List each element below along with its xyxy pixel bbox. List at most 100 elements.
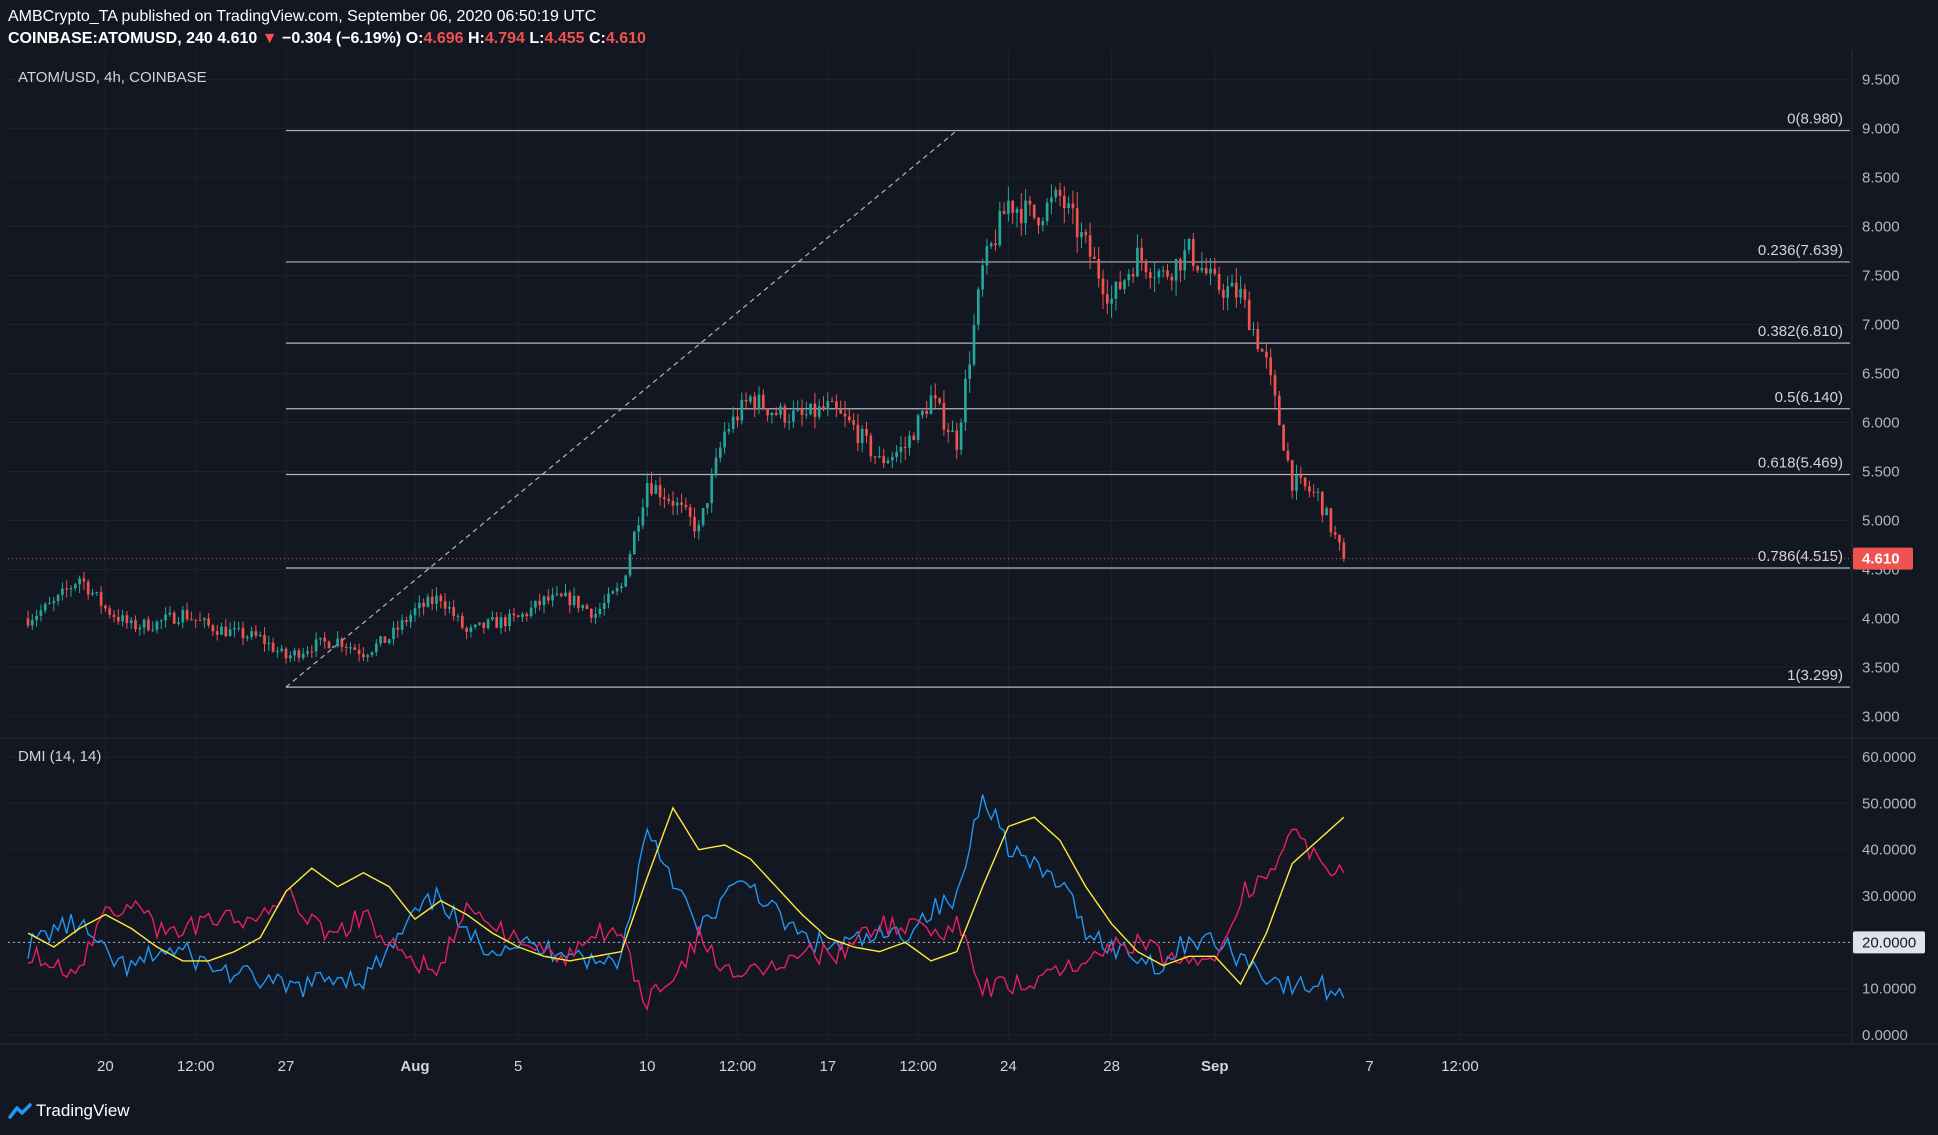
candle-body <box>938 398 941 403</box>
candle-body <box>671 500 675 506</box>
candle-body <box>280 648 284 652</box>
candle-body <box>263 635 266 644</box>
candle-body <box>1320 491 1324 516</box>
candle-body <box>104 605 107 609</box>
candle-body <box>697 524 701 532</box>
symbol-label[interactable]: COINBASE:ATOMUSD, 240 <box>8 30 213 47</box>
candle-body <box>142 619 146 628</box>
candle-body <box>869 435 873 457</box>
candle-body <box>1136 247 1139 277</box>
candle-body <box>787 421 791 423</box>
close-label: C: <box>588 30 606 47</box>
candle-body <box>804 414 808 416</box>
dmi-line-di_minus <box>27 828 1345 1012</box>
open-label: O: <box>405 30 424 47</box>
candle-body <box>976 289 980 325</box>
candle-body <box>972 324 976 365</box>
candle-body <box>48 603 51 605</box>
candle-body <box>1062 195 1066 209</box>
candle-body <box>198 620 202 622</box>
tradingview-logo-icon <box>8 1103 32 1119</box>
candle-body <box>159 620 163 622</box>
candle-body <box>108 608 112 615</box>
candle-body <box>830 401 834 403</box>
candle-body <box>809 403 812 415</box>
candle-body <box>465 627 468 632</box>
candle-body <box>448 607 451 609</box>
candle-body <box>1226 286 1230 298</box>
candle-body <box>933 395 937 399</box>
candle-body <box>56 594 60 602</box>
candle-body <box>177 622 180 624</box>
candle-body <box>525 613 529 617</box>
high-value: 4.794 <box>484 30 525 47</box>
candle-body <box>78 578 81 585</box>
footer[interactable]: TradingView <box>8 1098 130 1124</box>
candle-body <box>1105 294 1109 304</box>
candle-body <box>1127 274 1131 281</box>
candle-body <box>1084 232 1088 236</box>
candle-body <box>413 608 417 616</box>
candle-body <box>792 410 795 422</box>
fib-level-label: 0.618(5.469) <box>1758 455 1843 472</box>
candle-body <box>344 646 348 648</box>
fibonacci-retracement[interactable]: 0(8.980) 0.236(7.639) 0.382(6.810) 0.5(6.14… <box>285 111 1850 688</box>
price-tick-label: 6.500 <box>1862 366 1900 383</box>
candle-body <box>486 619 490 629</box>
candle-body <box>224 626 228 637</box>
candle-body <box>585 605 589 609</box>
candle-body <box>1037 217 1040 226</box>
candle-body <box>405 620 408 622</box>
candle-body <box>422 602 425 607</box>
dmi-tick-label: 30.0000 <box>1862 888 1916 905</box>
candle-body <box>1002 210 1006 215</box>
candle-body <box>594 613 597 618</box>
candle-body <box>680 502 683 505</box>
candle-body <box>994 243 997 246</box>
candle-body <box>116 616 120 622</box>
candle-body <box>779 406 782 415</box>
candle-body <box>1282 425 1285 451</box>
candle-body <box>1140 247 1144 261</box>
candle-body <box>306 651 309 654</box>
candle-body <box>783 406 787 423</box>
chart-canvas[interactable]: 0(8.980) 0.236(7.639) 0.382(6.810) 0.5(6.14… <box>0 50 1938 1095</box>
candle-body <box>1260 349 1264 352</box>
candle-body <box>138 627 142 630</box>
candle-body <box>1011 200 1015 213</box>
candle-body <box>581 605 585 609</box>
candle-body <box>602 603 606 609</box>
candle-body <box>297 650 301 658</box>
low-value: 4.455 <box>544 30 585 47</box>
candle-body <box>1015 208 1019 213</box>
candle-body <box>151 629 155 631</box>
candle-body <box>288 655 292 659</box>
candle-body <box>839 409 843 414</box>
price-tick-label: 5.000 <box>1862 512 1900 529</box>
candle-body <box>882 456 886 464</box>
candle-body <box>620 586 623 589</box>
candle-body <box>202 618 206 621</box>
time-tick-label: Aug <box>400 1058 429 1075</box>
down-triangle-icon: ▼ <box>261 30 278 47</box>
candle-body <box>1342 542 1346 559</box>
high-label: H: <box>467 30 485 47</box>
candle-body <box>650 483 653 494</box>
candle-body <box>555 593 559 595</box>
candle-body <box>439 595 443 602</box>
candle-body <box>319 637 322 640</box>
candle-body <box>951 430 954 433</box>
candle-body <box>688 507 692 517</box>
candle-body <box>1316 491 1320 493</box>
candle-body <box>512 613 516 616</box>
candle-body <box>800 408 804 415</box>
candle-body <box>271 642 275 652</box>
candle-body <box>1247 299 1251 331</box>
candle-body <box>1032 204 1036 218</box>
candle-body <box>908 435 911 448</box>
candle-body <box>245 636 249 639</box>
candle-body <box>1157 270 1161 278</box>
candle-body <box>710 475 714 504</box>
candle-body <box>349 647 352 649</box>
dmi-pane-title: DMI (14, 14) <box>18 748 101 765</box>
